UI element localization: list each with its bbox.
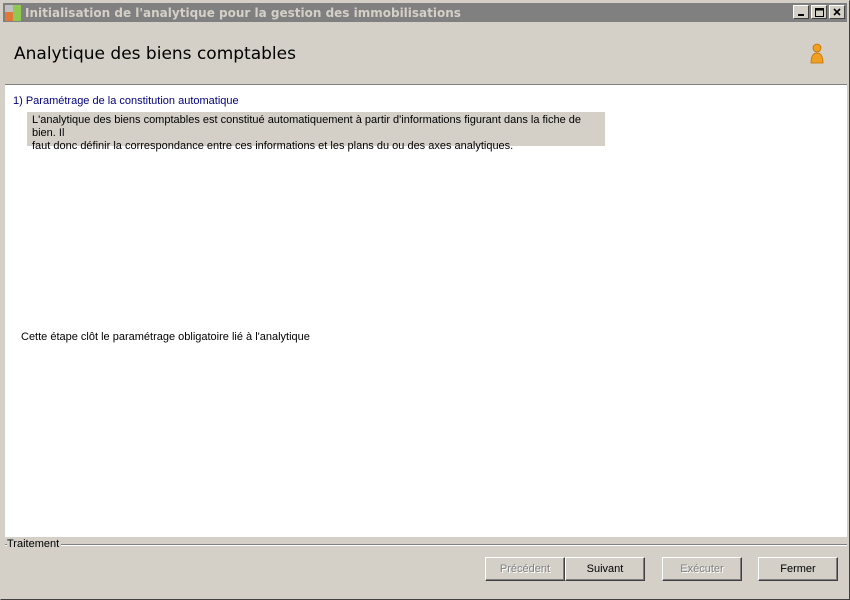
maximize-button[interactable] <box>811 5 827 19</box>
description-text: L'analytique des biens comptables est co… <box>32 114 602 153</box>
minimize-button[interactable] <box>793 5 809 19</box>
execute-button[interactable]: Exécuter <box>662 557 742 581</box>
treatment-group: Traitement Précédent Suivant Exécuter Fe… <box>5 538 847 598</box>
app-icon[interactable] <box>5 4 21 21</box>
title-bar[interactable]: Initialisation de l'analytique pour la g… <box>3 3 847 22</box>
maximize-icon <box>814 7 824 17</box>
group-label: Traitement <box>7 538 62 550</box>
previous-button[interactable]: Précédent <box>485 557 565 581</box>
group-divider <box>5 544 847 546</box>
close-window-button[interactable] <box>829 5 845 19</box>
description-line-2: faut donc définir la correspondance entr… <box>32 140 514 152</box>
window-controls <box>791 5 845 19</box>
app-window: Initialisation de l'analytique pour la g… <box>0 0 850 600</box>
user-icon[interactable] <box>809 43 825 65</box>
window-title: Initialisation de l'analytique pour la g… <box>25 5 461 20</box>
description-line-1: L'analytique des biens comptables est co… <box>32 114 582 139</box>
main-content: 1) Paramétrage de la constitution automa… <box>5 84 847 537</box>
page-title: Analytique des biens comptables <box>14 44 296 64</box>
closing-note: Cette étape clôt le paramétrage obligato… <box>21 331 310 343</box>
next-button[interactable]: Suivant <box>565 557 645 581</box>
page-header: Analytique des biens comptables <box>3 23 847 83</box>
close-button[interactable]: Fermer <box>758 557 838 581</box>
step-heading: 1) Paramétrage de la constitution automa… <box>13 95 239 107</box>
description-box: L'analytique des biens comptables est co… <box>27 112 605 152</box>
close-icon <box>833 8 841 16</box>
minimize-icon <box>798 14 804 16</box>
